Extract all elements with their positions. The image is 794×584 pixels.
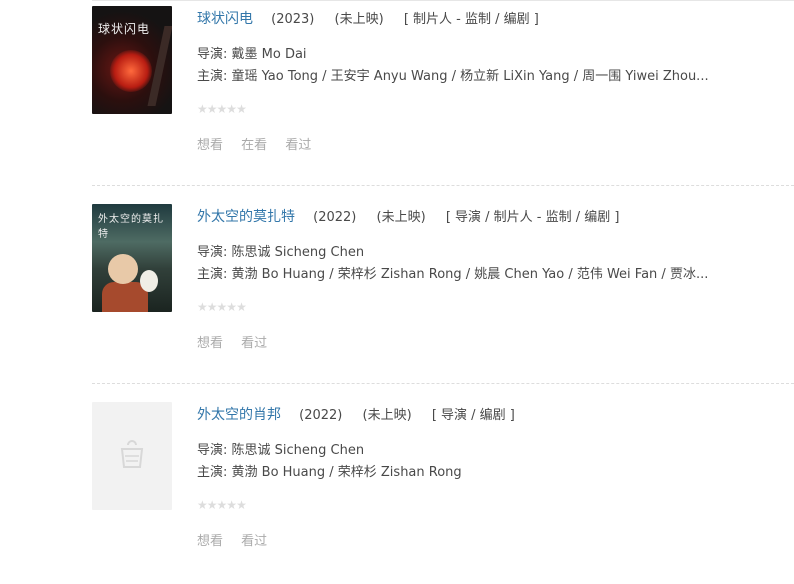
movie-item: 球状闪电 球状闪电 (2023) (未上映) [ 制片人 - 监制 / 编剧 ]… bbox=[92, 0, 794, 188]
movie-poster[interactable] bbox=[92, 402, 172, 510]
rating-stars[interactable]: ★★★★★ bbox=[197, 296, 247, 313]
movie-status: (未上映) bbox=[376, 210, 426, 225]
movie-status: (未上映) bbox=[334, 12, 384, 27]
cast-line: 主演: 童瑶 Yao Tong / 王安宇 Anyu Wang / 杨立新 Li… bbox=[197, 69, 709, 84]
movie-title-link[interactable]: 外太空的莫扎特 bbox=[197, 209, 295, 225]
movie-poster[interactable]: 外太空的莫扎特 bbox=[92, 204, 172, 312]
watching-link[interactable]: 在看 bbox=[241, 138, 267, 153]
cast-line: 主演: 黄渤 Bo Huang / 荣梓杉 Zishan Rong bbox=[197, 465, 462, 480]
director-line: 导演: 陈思诚 Sicheng Chen bbox=[197, 245, 365, 260]
movie-year: (2022) bbox=[313, 210, 357, 225]
movie-item: 外太空的莫扎特 外太空的莫扎特 (2022) (未上映) [ 导演 / 制片人 … bbox=[92, 198, 794, 386]
want-to-watch-link[interactable]: 想看 bbox=[197, 138, 223, 153]
action-links: 想看 在看 看过 bbox=[197, 134, 325, 153]
poster-placeholder-icon bbox=[120, 440, 144, 468]
movie-title-link[interactable]: 球状闪电 bbox=[197, 11, 253, 27]
movie-roles: [ 导演 / 制片人 - 监制 / 编剧 ] bbox=[445, 210, 620, 225]
poster-art-robot bbox=[140, 270, 158, 292]
poster-title-text: 球状闪电 bbox=[98, 22, 151, 36]
movie-year: (2022) bbox=[299, 408, 343, 423]
movie-roles: [ 制片人 - 监制 / 编剧 ] bbox=[403, 12, 539, 27]
poster-title-text: 外太空的莫扎特 bbox=[98, 214, 164, 240]
rating-stars[interactable]: ★★★★★ bbox=[197, 98, 247, 115]
star-icon[interactable]: ★ bbox=[236, 499, 247, 511]
item-divider bbox=[92, 185, 794, 186]
watched-link[interactable]: 看过 bbox=[241, 336, 267, 351]
movie-roles: [ 导演 / 编剧 ] bbox=[431, 408, 515, 423]
star-icon[interactable]: ★ bbox=[236, 103, 247, 115]
want-to-watch-link[interactable]: 想看 bbox=[197, 336, 223, 351]
poster-art-face bbox=[108, 254, 138, 284]
movie-poster[interactable]: 球状闪电 bbox=[92, 6, 172, 114]
movie-item: 外太空的肖邦 (2022) (未上映) [ 导演 / 编剧 ] 导演: 陈思诚 … bbox=[92, 396, 794, 584]
action-links: 想看 看过 bbox=[197, 332, 281, 351]
cast-line: 主演: 黄渤 Bo Huang / 荣梓杉 Zishan Rong / 姚晨 C… bbox=[197, 267, 709, 282]
poster-art-glow bbox=[110, 50, 152, 92]
item-divider bbox=[92, 383, 794, 384]
watched-link[interactable]: 看过 bbox=[285, 138, 311, 153]
movie-title-link[interactable]: 外太空的肖邦 bbox=[197, 407, 281, 423]
title-row: 球状闪电 (2023) (未上映) [ 制片人 - 监制 / 编剧 ] bbox=[197, 8, 539, 28]
director-line: 导演: 陈思诚 Sicheng Chen bbox=[197, 443, 365, 458]
movie-status: (未上映) bbox=[362, 408, 412, 423]
movie-year: (2023) bbox=[271, 12, 315, 27]
action-links: 想看 看过 bbox=[197, 530, 281, 549]
star-icon[interactable]: ★ bbox=[236, 301, 247, 313]
watched-link[interactable]: 看过 bbox=[241, 534, 267, 549]
director-line: 导演: 戴墨 Mo Dai bbox=[197, 47, 307, 62]
title-row: 外太空的莫扎特 (2022) (未上映) [ 导演 / 制片人 - 监制 / 编… bbox=[197, 206, 619, 226]
want-to-watch-link[interactable]: 想看 bbox=[197, 534, 223, 549]
rating-stars[interactable]: ★★★★★ bbox=[197, 494, 247, 511]
title-row: 外太空的肖邦 (2022) (未上映) [ 导演 / 编剧 ] bbox=[197, 404, 515, 424]
